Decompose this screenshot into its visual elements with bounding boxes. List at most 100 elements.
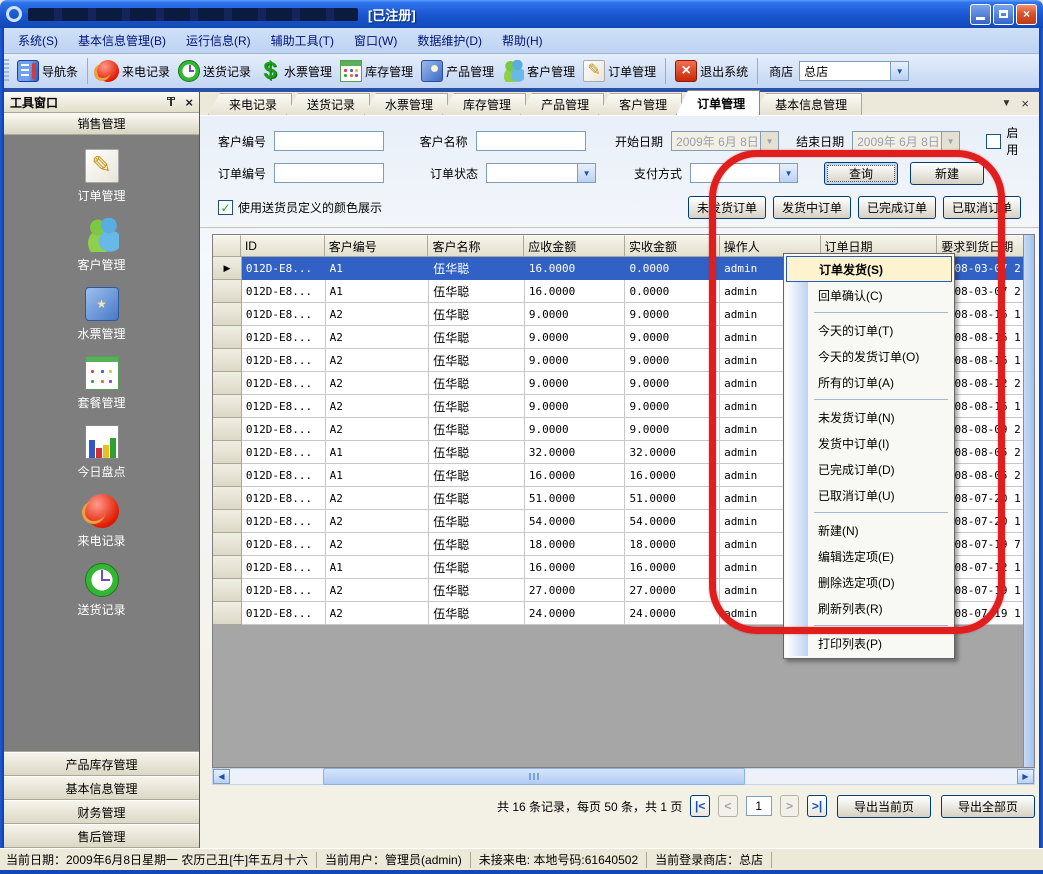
- sidebar-item-订单管理[interactable]: ✎订单管理: [4, 149, 199, 204]
- grid-header-ID[interactable]: ID: [241, 235, 325, 257]
- menu-帮助(H)[interactable]: 帮助(H): [492, 28, 553, 53]
- row-selector-cell[interactable]: [213, 579, 242, 602]
- grid-horizontal-scrollbar[interactable]: ◀ ▶: [212, 768, 1035, 785]
- scroll-left-icon[interactable]: ◀: [213, 769, 230, 784]
- tab-送货记录[interactable]: 送货记录: [286, 93, 370, 115]
- grid-header-客户名称[interactable]: 客户名称: [428, 235, 524, 257]
- context-menu-item-订单发货(S)[interactable]: 订单发货(S): [786, 256, 952, 282]
- row-selector-cell[interactable]: [213, 326, 242, 349]
- sidebar-group-售后管理[interactable]: 售后管理: [4, 824, 199, 848]
- row-selector-cell[interactable]: [213, 510, 242, 533]
- menu-数据维护(D)[interactable]: 数据维护(D): [407, 28, 492, 53]
- sidebar-group-财务管理[interactable]: 财务管理: [4, 800, 199, 824]
- row-selector-cell[interactable]: [213, 441, 242, 464]
- context-menu-item-回单确认(C)[interactable]: 回单确认(C): [786, 282, 952, 308]
- menu-辅助工具(T)[interactable]: 辅助工具(T): [261, 28, 344, 53]
- tab-客户管理[interactable]: 客户管理: [598, 93, 682, 115]
- order-status-select[interactable]: [486, 163, 596, 183]
- toolbar-button-导航条[interactable]: 导航条: [13, 58, 82, 84]
- next-page-button[interactable]: >: [780, 795, 800, 817]
- end-date-dropdown-icon[interactable]: [941, 132, 959, 150]
- context-menu-item-今天的订单(T)[interactable]: 今天的订单(T): [786, 317, 952, 343]
- toolbar-button-水票管理[interactable]: $水票管理: [255, 58, 336, 84]
- sidebar-item-客户管理[interactable]: 客户管理: [4, 218, 199, 273]
- last-page-button[interactable]: >|: [807, 795, 827, 817]
- row-selector-cell[interactable]: [213, 280, 242, 303]
- row-selector-cell[interactable]: [213, 303, 242, 326]
- enable-checkbox[interactable]: [986, 134, 1001, 149]
- sidebar-item-送货记录[interactable]: 送货记录: [4, 563, 199, 618]
- customer-no-input[interactable]: [274, 131, 384, 151]
- filter-button-已完成订单[interactable]: 已完成订单: [858, 196, 936, 219]
- pay-method-select[interactable]: [690, 163, 798, 183]
- tab-close-icon[interactable]: ×: [1021, 97, 1029, 110]
- end-date-picker[interactable]: 2009年 6月 8日: [852, 131, 960, 151]
- sidebar-group-基本信息管理[interactable]: 基本信息管理: [4, 776, 199, 800]
- customer-name-input[interactable]: [476, 131, 586, 151]
- toolbar-button-客户管理[interactable]: 客户管理: [498, 58, 579, 84]
- grid-header-客户编号[interactable]: 客户编号: [325, 235, 429, 257]
- menu-窗口(W)[interactable]: 窗口(W): [344, 28, 407, 53]
- row-selector-cell[interactable]: [213, 418, 242, 441]
- scroll-right-icon[interactable]: ▶: [1017, 769, 1034, 784]
- minimize-button[interactable]: [970, 4, 991, 25]
- row-selector-cell[interactable]: [213, 372, 242, 395]
- grid-header-实收金额[interactable]: 实收金额: [625, 235, 720, 257]
- export-all-pages-button[interactable]: 导出全部页: [941, 795, 1035, 818]
- start-date-dropdown-icon[interactable]: [760, 132, 778, 150]
- row-selector-cell[interactable]: [213, 395, 242, 418]
- menu-基本信息管理(B)[interactable]: 基本信息管理(B): [68, 28, 176, 53]
- menu-运行信息(R)[interactable]: 运行信息(R): [176, 28, 261, 53]
- sidebar-item-套餐管理[interactable]: 套餐管理: [4, 356, 199, 411]
- order-status-dropdown-icon[interactable]: [577, 164, 595, 182]
- toolbar-button-库存管理[interactable]: 库存管理: [336, 58, 417, 84]
- tab-产品管理[interactable]: 产品管理: [520, 93, 604, 115]
- context-menu-item-刷新列表(R)[interactable]: 刷新列表(R): [786, 595, 952, 621]
- menu-系统(S)[interactable]: 系统(S): [8, 28, 68, 53]
- row-selector-cell[interactable]: [213, 556, 242, 579]
- close-button[interactable]: ×: [1016, 4, 1037, 25]
- context-menu-item-打印列表(P)[interactable]: 打印列表(P): [786, 630, 952, 656]
- shop-combobox[interactable]: 总店: [799, 61, 909, 81]
- tab-库存管理[interactable]: 库存管理: [442, 93, 526, 115]
- row-selector-cell[interactable]: [213, 464, 242, 487]
- tool-window-close-icon[interactable]: ×: [185, 96, 193, 109]
- query-button[interactable]: 查询: [824, 162, 898, 185]
- start-date-picker[interactable]: 2009年 6月 8日: [671, 131, 779, 151]
- context-menu-item-所有的订单(A)[interactable]: 所有的订单(A): [786, 369, 952, 395]
- prev-page-button[interactable]: <: [718, 795, 738, 817]
- row-selector-cell[interactable]: ▶: [213, 257, 242, 280]
- filter-button-发货中订单[interactable]: 发货中订单: [773, 196, 851, 219]
- context-menu-item-已完成订单(D)[interactable]: 已完成订单(D): [786, 456, 952, 482]
- new-button[interactable]: 新建: [910, 162, 984, 185]
- context-menu-item-编辑选定项(E)[interactable]: 编辑选定项(E): [786, 543, 952, 569]
- sidebar-item-水票管理[interactable]: ★水票管理: [4, 287, 199, 342]
- sidebar-item-今日盘点[interactable]: 今日盘点: [4, 425, 199, 480]
- tab-基本信息管理[interactable]: 基本信息管理: [754, 93, 862, 115]
- context-menu-item-已取消订单(U)[interactable]: 已取消订单(U): [786, 482, 952, 508]
- context-menu-item-发货中订单(I)[interactable]: 发货中订单(I): [786, 430, 952, 456]
- first-page-button[interactable]: |<: [690, 795, 710, 817]
- toolbar-button-送货记录[interactable]: 送货记录: [174, 58, 255, 84]
- pay-method-dropdown-icon[interactable]: [779, 164, 797, 182]
- tab-list-chevron-down-icon[interactable]: ▼: [1002, 99, 1012, 109]
- color-display-checkbox[interactable]: ✓: [218, 200, 233, 215]
- tab-来电记录[interactable]: 来电记录: [208, 93, 292, 115]
- row-selector-cell[interactable]: [213, 533, 242, 556]
- grid-vertical-scrollbar[interactable]: [1023, 235, 1034, 767]
- sidebar-group-sales[interactable]: 销售管理: [4, 113, 199, 135]
- context-menu-item-今天的发货订单(O)[interactable]: 今天的发货订单(O): [786, 343, 952, 369]
- page-number-input[interactable]: [746, 796, 772, 816]
- context-menu-item-未发货订单(N)[interactable]: 未发货订单(N): [786, 404, 952, 430]
- toolbar-button-订单管理[interactable]: ✎订单管理: [579, 58, 660, 84]
- row-selector-cell[interactable]: [213, 602, 242, 625]
- order-no-input[interactable]: [274, 163, 384, 183]
- grid-header-应收金额[interactable]: 应收金额: [524, 235, 625, 257]
- scrollbar-thumb[interactable]: [323, 768, 745, 785]
- toolbar-button-产品管理[interactable]: 产品管理: [417, 58, 498, 84]
- row-selector-cell[interactable]: [213, 349, 242, 372]
- export-current-page-button[interactable]: 导出当前页: [837, 795, 931, 818]
- row-selector-cell[interactable]: [213, 487, 242, 510]
- sidebar-item-来电记录[interactable]: 来电记录: [4, 494, 199, 549]
- tab-水票管理[interactable]: 水票管理: [364, 93, 448, 115]
